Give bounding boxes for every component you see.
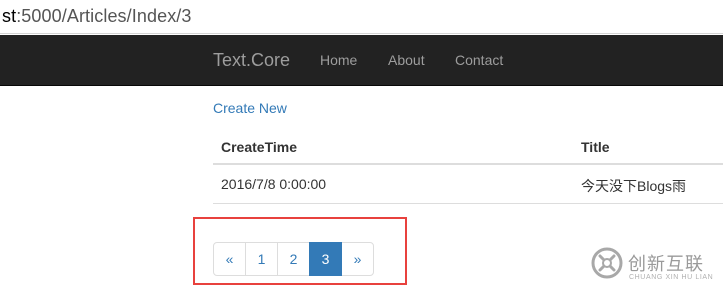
pagination-page-3-active[interactable]: 3 [309, 242, 342, 276]
create-new-link[interactable]: Create New [213, 100, 287, 116]
watermark-text-en: CHUANG XIN HU LIAN [629, 274, 714, 281]
nav-link-about[interactable]: About [388, 52, 425, 68]
table-header-row: CreateTime Title [213, 128, 723, 165]
nav-link-contact[interactable]: Contact [455, 52, 503, 68]
pagination-page-1[interactable]: 1 [245, 242, 278, 276]
pagination-next-button[interactable]: » [341, 242, 374, 276]
watermark-text-cn: 创新互联 [628, 254, 704, 275]
articles-table: CreateTime Title 2016/7/8 0:00:00 今天没下Bl… [213, 128, 723, 204]
pagination: « 1 2 3 » [213, 242, 374, 276]
nav-link-home[interactable]: Home [320, 52, 357, 68]
column-header-title: Title [581, 139, 610, 155]
url-path: :5000/Articles/Index/3 [16, 6, 192, 26]
top-navbar: Text.Core Home About Contact [0, 35, 723, 86]
cell-createtime: 2016/7/8 0:00:00 [221, 176, 327, 192]
navbar-brand[interactable]: Text.Core [213, 50, 290, 71]
watermark-logo-icon [591, 247, 623, 279]
pagination-page-2[interactable]: 2 [277, 242, 310, 276]
cell-title: 今天没下Blogs雨 [581, 178, 687, 194]
address-bar[interactable]: st:5000/Articles/Index/3 [0, 0, 723, 34]
watermark: 创新互联 CHUANG XIN HU LIAN [588, 240, 723, 293]
table-row: 2016/7/8 0:00:00 今天没下Blogs雨 [213, 165, 723, 204]
url-text[interactable]: st:5000/Articles/Index/3 [2, 6, 192, 27]
pagination-previous-button[interactable]: « [213, 242, 246, 276]
column-header-createtime: CreateTime [221, 139, 298, 155]
url-host-fragment: st [2, 6, 17, 26]
